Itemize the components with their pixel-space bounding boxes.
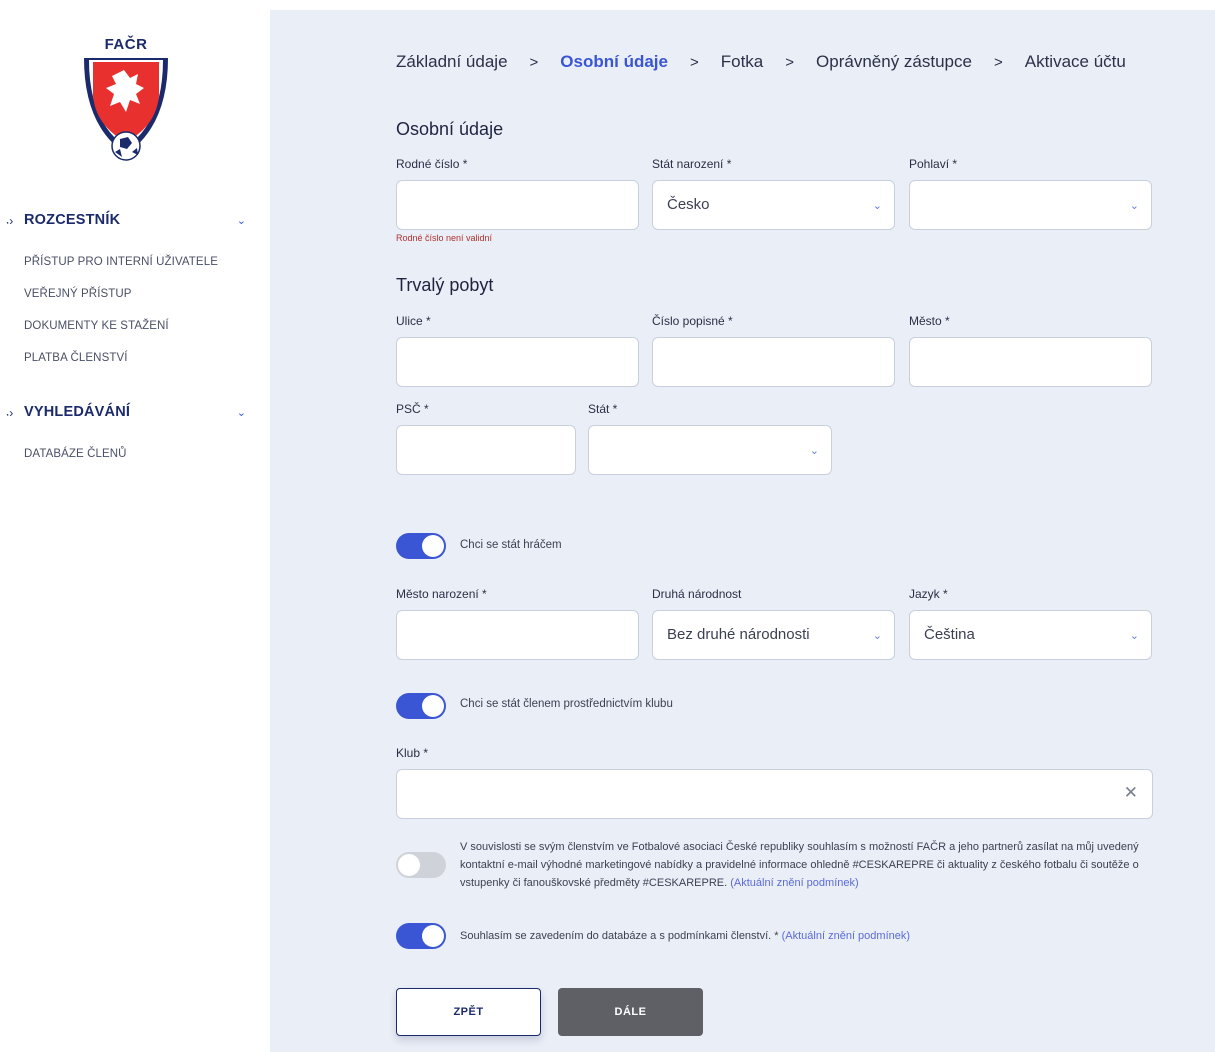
chevron-down-icon: ⌄	[1129, 630, 1139, 642]
street-input[interactable]	[396, 337, 639, 387]
club-membership-toggle[interactable]	[396, 693, 446, 719]
birth-country-value: Česko	[667, 196, 710, 213]
birth-number-input[interactable]	[396, 180, 639, 230]
chevron-down-icon: ⌄	[872, 630, 882, 642]
nav-head-rozcestnik[interactable]: ⸳› ROZCESTNÍK ⌄	[0, 208, 270, 232]
menu-arrow-icon: ⸳›	[6, 213, 14, 228]
language-label: Jazyk *	[909, 587, 948, 601]
birth-number-label: Rodné číslo *	[396, 157, 468, 171]
marketing-consent-toggle[interactable]	[396, 852, 446, 878]
zip-input[interactable]	[396, 425, 576, 475]
sidebar-item-databaze-clenu[interactable]: DATABÁZE ČLENŮ	[0, 438, 270, 470]
breadcrumb-step-opravneny-zastupce[interactable]: Oprávněný zástupce	[816, 52, 972, 72]
chevron-down-icon: ⌄	[809, 445, 819, 457]
facr-logo[interactable]: FAČR	[80, 36, 172, 164]
nav-head-label: ROZCESTNÍK	[24, 212, 121, 228]
birth-country-label: Stát narození *	[652, 157, 732, 171]
marketing-consent-text: V souvislosti se svým členstvím ve Fotba…	[460, 838, 1170, 892]
terms-consent-toggle[interactable]	[396, 923, 446, 949]
toggle-knob	[422, 535, 444, 557]
toggle-knob	[422, 925, 444, 947]
club-membership-toggle-label: Chci se stát členem prostřednictvím klub…	[460, 698, 673, 710]
next-button[interactable]: DÁLE	[558, 988, 703, 1036]
facr-crest-icon	[84, 58, 168, 161]
breadcrumb: Základní údaje > Osobní údaje > Fotka > …	[396, 52, 1126, 72]
chevron-down-icon: ⌄	[236, 406, 246, 419]
close-icon[interactable]: ✕	[1124, 783, 1138, 803]
sidebar: FAČR ⸳› ROZCESTNÍK ⌄ PŘÍSTUP PRO INTERNÍ…	[0, 0, 270, 1052]
section-title-osobni-udaje: Osobní údaje	[396, 119, 504, 139]
house-number-label: Číslo popisné *	[652, 314, 733, 328]
chevron-down-icon: ⌄	[1129, 200, 1139, 212]
nav-section-vyhledavani: ⸳› VYHLEDÁVÁNÍ ⌄ DATABÁZE ČLENŮ	[0, 400, 270, 470]
chevron-right-icon: >	[993, 53, 1003, 71]
club-label: Klub *	[396, 746, 429, 760]
nav-head-vyhledavani[interactable]: ⸳› VYHLEDÁVÁNÍ ⌄	[0, 400, 270, 424]
chevron-down-icon: ⌄	[872, 200, 882, 212]
chevron-right-icon: >	[529, 53, 539, 71]
birth-number-error: Rodné číslo není validní	[396, 233, 493, 243]
country-select[interactable]: ⌄	[588, 425, 832, 475]
breadcrumb-step-aktivace-uctu[interactable]: Aktivace účtu	[1025, 52, 1126, 72]
terms-consent-text: Souhlasím se zavedením do databáze a s p…	[460, 927, 910, 945]
sidebar-item-verejny-pristup[interactable]: VEŘEJNÝ PŘÍSTUP	[0, 278, 270, 310]
birth-city-label: Město narození *	[396, 587, 487, 601]
player-toggle[interactable]	[396, 533, 446, 559]
country-label: Stát *	[588, 402, 618, 416]
gender-select[interactable]: ⌄	[909, 180, 1152, 230]
section-title-trvaly-pobyt: Trvalý pobyt	[396, 275, 494, 295]
player-toggle-label: Chci se stát hráčem	[460, 539, 562, 551]
gender-label: Pohlaví *	[909, 157, 958, 171]
sidebar-item-dokumenty[interactable]: DOKUMENTY KE STAŽENÍ	[0, 310, 270, 342]
breadcrumb-step-fotka[interactable]: Fotka	[721, 52, 764, 72]
house-number-input[interactable]	[652, 337, 895, 387]
birth-country-select[interactable]: Česko ⌄	[652, 180, 895, 230]
city-label: Město *	[909, 314, 950, 328]
toggle-knob	[398, 854, 420, 876]
birth-city-input[interactable]	[396, 610, 639, 660]
main-panel: Základní údaje > Osobní údaje > Fotka > …	[270, 10, 1215, 1052]
chevron-right-icon: >	[689, 53, 699, 71]
menu-arrow-icon: ⸳›	[6, 405, 14, 420]
language-value: Čeština	[924, 626, 975, 643]
terms-link[interactable]: (Aktuální znění podmínek)	[782, 930, 910, 942]
chevron-down-icon: ⌄	[236, 214, 246, 227]
nav-head-label: VYHLEDÁVÁNÍ	[24, 404, 131, 420]
toggle-knob	[422, 695, 444, 717]
nav-section-rozcestnik: ⸳› ROZCESTNÍK ⌄ PŘÍSTUP PRO INTERNÍ UŽIV…	[0, 208, 270, 374]
breadcrumb-step-osobni-udaje[interactable]: Osobní údaje	[560, 52, 668, 72]
breadcrumb-step-zakladni-udaje[interactable]: Základní údaje	[396, 52, 508, 72]
second-nationality-select[interactable]: Bez druhé národnosti ⌄	[652, 610, 895, 660]
city-input[interactable]	[909, 337, 1152, 387]
club-input[interactable]: ✕	[396, 769, 1153, 819]
terms-consent-body: Souhlasím se zavedením do databáze a s p…	[460, 930, 779, 942]
chevron-right-icon: >	[785, 53, 795, 71]
street-label: Ulice *	[396, 314, 431, 328]
second-nationality-label: Druhá národnost	[652, 587, 742, 601]
sidebar-item-platba-clenstvi[interactable]: PLATBA ČLENSTVÍ	[0, 342, 270, 374]
sidebar-item-interni-pristup[interactable]: PŘÍSTUP PRO INTERNÍ UŽIVATELE	[0, 246, 270, 278]
marketing-terms-link[interactable]: (Aktuální znění podmínek)	[730, 877, 858, 889]
zip-label: PSČ *	[396, 402, 429, 416]
back-button[interactable]: ZPĚT	[396, 988, 541, 1036]
language-select[interactable]: Čeština ⌄	[909, 610, 1152, 660]
second-nationality-value: Bez druhé národnosti	[667, 626, 810, 643]
